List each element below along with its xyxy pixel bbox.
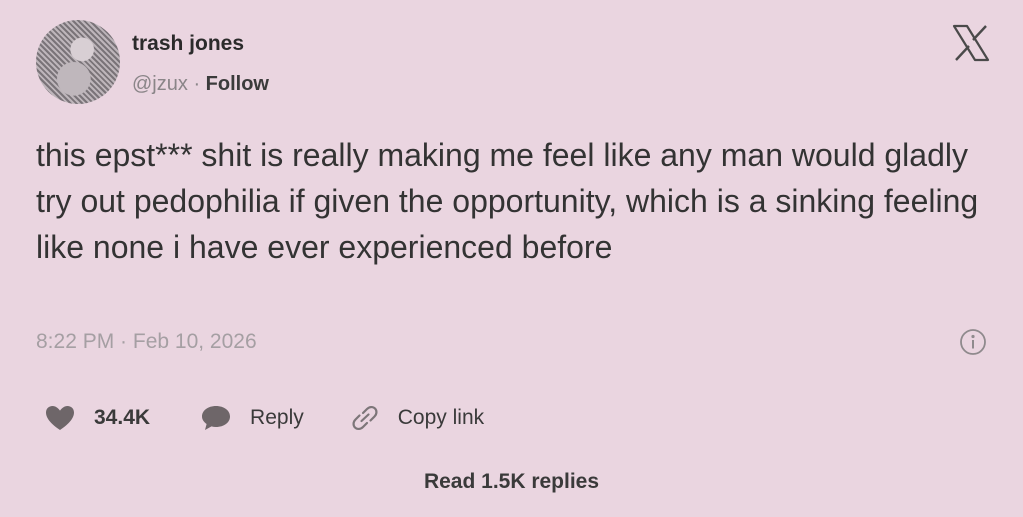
like-count: 34.4K xyxy=(94,406,151,429)
tweet-timestamp[interactable]: 8:22 PM · Feb 10, 2026 xyxy=(36,330,257,354)
separator-dot: · xyxy=(193,73,201,95)
avatar[interactable] xyxy=(36,20,120,104)
author-handle[interactable]: @jzux xyxy=(132,73,188,95)
info-icon[interactable] xyxy=(959,328,987,356)
author-name[interactable]: trash jones xyxy=(132,32,244,56)
reply-button[interactable]: Reply xyxy=(200,404,304,432)
speech-bubble-icon xyxy=(200,404,232,432)
author-handle-row: @jzux · Follow xyxy=(132,73,269,96)
x-logo-icon[interactable] xyxy=(950,22,992,64)
reply-label: Reply xyxy=(250,406,304,429)
heart-icon xyxy=(44,404,76,432)
link-icon xyxy=(350,404,380,432)
like-button[interactable]: 34.4K xyxy=(44,404,150,432)
read-replies-button[interactable]: Read 1.5K replies xyxy=(0,470,1023,494)
copy-link-label: Copy link xyxy=(397,406,485,429)
copy-link-button[interactable]: Copy link xyxy=(350,404,484,432)
tweet-text: this epst*** shit is really making me fe… xyxy=(36,137,979,265)
follow-button[interactable]: Follow xyxy=(206,73,269,95)
action-bar: 34.4K Reply Copy link xyxy=(44,402,484,434)
tweet-card: trash jones @jzux · Follow this epst*** … xyxy=(0,0,1023,517)
